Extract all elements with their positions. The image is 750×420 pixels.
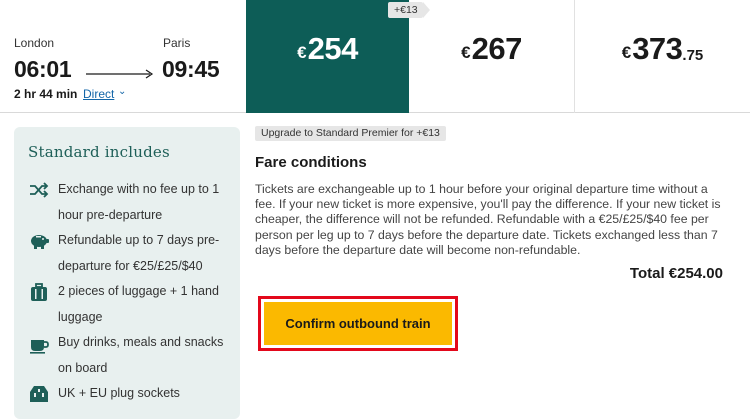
include-text: Exchange with no fee up to 1 hour pre-de… [58, 182, 220, 222]
confirm-button-highlight: Confirm outbound train [258, 296, 458, 351]
fare-amount: 267 [471, 30, 523, 66]
total-price: Total €254.00 [629, 265, 723, 282]
includes-title: Standard includes [28, 143, 170, 161]
arrow-right-icon [86, 69, 154, 79]
fare-standard-premier-option[interactable]: € 267 [410, 0, 573, 113]
include-text: UK + EU plug sockets [58, 386, 180, 400]
fare-cents: .75 [682, 46, 704, 64]
arrival-time: 09:45 [162, 56, 220, 82]
origin-station: London [14, 36, 55, 50]
plug-socket-icon [28, 383, 50, 405]
fare-conditions-title: Fare conditions [255, 154, 367, 171]
fare-business-premier-option[interactable]: € 373 .75 [574, 0, 750, 113]
fare-amount: 373 [632, 30, 683, 66]
direct-link[interactable]: Direct [83, 87, 114, 101]
fare-conditions-text: Tickets are exchangeable up to 1 hour be… [255, 182, 721, 257]
journey-duration: 2 hr 44 min [14, 87, 78, 101]
include-text: Refundable up to 7 days pre-departure fo… [58, 233, 220, 273]
piggy-bank-icon [28, 230, 50, 252]
standard-includes-panel: Standard includes Exchange with no fee u… [14, 127, 240, 419]
include-text: 2 pieces of luggage + 1 hand luggage [58, 284, 219, 324]
fare-standard-option[interactable]: € 254 [246, 0, 409, 113]
luggage-icon [28, 282, 50, 304]
fare-currency: € [297, 42, 307, 62]
coffee-cup-icon [28, 334, 50, 356]
include-text: Buy drinks, meals and snacks on board [58, 335, 224, 375]
fare-currency: € [461, 42, 471, 62]
departure-time: 06:01 [14, 56, 72, 82]
chevron-down-icon[interactable]: ⌄ [118, 86, 126, 97]
fare-amount: 254 [307, 30, 359, 66]
journey-info: London Paris 06:01 09:45 2 hr 44 min Dir… [0, 0, 245, 113]
confirm-outbound-button[interactable]: Confirm outbound train [264, 302, 452, 345]
destination-station: Paris [163, 36, 191, 50]
exchange-arrows-icon [28, 179, 50, 201]
journey-summary-strip: London Paris 06:01 09:45 2 hr 44 min Dir… [0, 0, 750, 113]
price-difference-badge: +€13 [388, 2, 430, 18]
upgrade-badge: Upgrade to Standard Premier for +€13 [255, 126, 446, 141]
fare-currency: € [621, 42, 632, 62]
